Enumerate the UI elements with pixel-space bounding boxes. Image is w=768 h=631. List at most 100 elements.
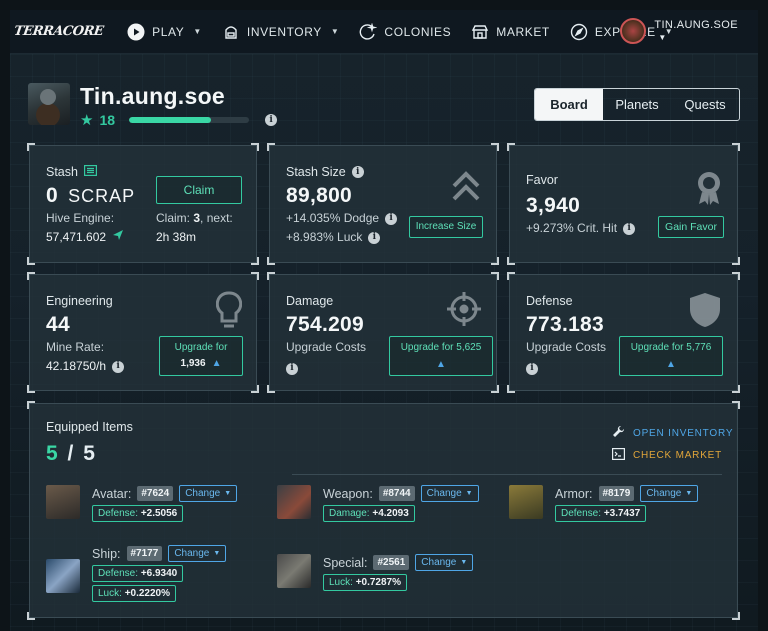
main-nav: PLAY ▼ INVENTORY ▼ COLONIES MARKET ▼ — [117, 10, 683, 54]
profile-name: Tin.aung.soe — [80, 83, 226, 109]
equipped-count-separator: / — [67, 442, 74, 465]
stat-value: +3.7437 — [603, 508, 641, 519]
flux-token-icon: ▲ — [211, 358, 222, 369]
level-row: ★ 18 i — [80, 111, 278, 129]
stat-name: Luck: — [329, 577, 353, 588]
avatar-thumbnail[interactable] — [46, 485, 80, 519]
flux-token-icon: ▲ — [436, 358, 446, 370]
slot-label: Ship: — [92, 546, 121, 561]
stash-card: Stash 0 SCRAP Hive Engine: 57,471.602 Cl… — [27, 143, 259, 265]
slot-label: Armor: — [555, 486, 593, 501]
ship-thumbnail[interactable] — [46, 559, 80, 593]
change-armor-button[interactable]: Change ▼ — [640, 485, 699, 502]
info-icon[interactable]: i — [351, 166, 364, 178]
upgrade-engineering-button[interactable]: Upgrade for 1,936 ▲ — [159, 336, 243, 376]
change-weapon-button[interactable]: Change ▼ — [420, 485, 479, 502]
tab-board[interactable]: Board — [535, 89, 603, 120]
equipped-item-special: Special: #2561 Change ▼ Luck: +0.7287% — [277, 554, 474, 591]
favor-bonus-row: +9.273% Crit. Hit i — [526, 219, 636, 238]
stat-value: +0.2220% — [124, 588, 171, 599]
nav-play[interactable]: PLAY ▼ — [117, 10, 212, 54]
tab-planets[interactable]: Planets — [603, 89, 671, 120]
special-thumbnail[interactable] — [277, 554, 311, 588]
change-label: Change — [646, 488, 682, 499]
main-board: Tin.aung.soe ★ 18 i Board Planets Quests… — [10, 54, 758, 631]
equipped-item-armor: Armor: #8179 Change ▼ Defense: +3.7437 — [509, 485, 699, 522]
stat-badge: Defense: +2.5056 — [92, 505, 184, 522]
list-icon — [83, 165, 97, 179]
mine-rate-info: Mine Rate: 42.18750/h i — [46, 338, 125, 376]
stash-size-title: Stash Size i — [286, 165, 364, 179]
nav-inventory-label: INVENTORY — [246, 24, 322, 39]
chevron-down-icon: ▼ — [224, 490, 232, 497]
info-icon[interactable]: i — [526, 362, 538, 375]
claim-label: Claim: — [156, 211, 191, 225]
check-market-link[interactable]: CHECK MARKET — [612, 448, 722, 463]
upgrade-engineering-label: Upgrade for — [174, 342, 228, 353]
claim-info: Claim: 3, next: 2h 38m — [156, 209, 233, 247]
change-special-button[interactable]: Change ▼ — [415, 554, 474, 571]
item-id-badge: #7177 — [126, 546, 163, 561]
nav-market[interactable]: MARKET — [461, 10, 560, 54]
terminal-icon — [612, 448, 626, 463]
user-menu[interactable]: TIN.AUNG.SOE ▼ — [620, 14, 738, 44]
nav-inventory[interactable]: INVENTORY ▼ — [212, 10, 350, 54]
open-inventory-link[interactable]: OPEN INVENTORY — [612, 425, 733, 441]
change-label: Change — [421, 557, 457, 568]
equipped-items-title: Equipped Items — [46, 420, 133, 434]
upgrade-defense-button[interactable]: Upgrade for 5,776 ▲ — [619, 336, 723, 376]
slot-label: Avatar: — [92, 486, 132, 501]
profile-header: Tin.aung.soe ★ 18 i — [28, 83, 278, 129]
info-icon[interactable]: i — [368, 231, 381, 244]
chevron-down-icon: ▼ — [193, 27, 202, 36]
change-avatar-button[interactable]: Change ▼ — [179, 485, 238, 502]
terracore-logo[interactable]: TERRACORE — [13, 24, 104, 39]
nav-play-label: PLAY — [152, 24, 185, 39]
damage-value: 754.209 — [286, 313, 365, 336]
star-icon: ★ — [80, 112, 94, 129]
divider — [292, 474, 722, 475]
stash-amount-value: 0 — [46, 184, 58, 207]
equipped-item-avatar: Avatar: #7624 Change ▼ Defense: +2.5056 — [46, 485, 238, 522]
equipped-count-value: 5 — [46, 442, 58, 465]
mine-rate-label: Mine Rate: — [46, 340, 105, 354]
stat-name: Defense: — [561, 508, 602, 519]
item-id-badge: #8179 — [598, 486, 635, 501]
upgrade-damage-button[interactable]: Upgrade for 5,625 ▲ — [389, 336, 493, 376]
gain-favor-button[interactable]: Gain Favor — [658, 216, 724, 238]
stat-value: +4.2093 — [372, 508, 409, 519]
colonies-icon — [359, 22, 378, 41]
claim-button[interactable]: Claim — [156, 176, 242, 204]
equipped-total-value: 5 — [83, 442, 95, 465]
info-icon[interactable]: i — [286, 362, 298, 375]
defense-card: Defense 773.183 Upgrade Costs i Upgrade … — [507, 272, 740, 393]
stash-size-card: Stash Size i 89,800 +14.035% Dodge i +8.9… — [267, 143, 499, 265]
info-icon[interactable]: i — [112, 360, 125, 373]
stat-badge: Luck: +0.2220% — [92, 585, 177, 602]
equipped-item-weapon: Weapon: #8744 Change ▼ Damage: +4.2093 — [277, 485, 479, 522]
change-ship-button[interactable]: Change ▼ — [168, 545, 227, 562]
stat-badge: Defense: +3.7437 — [555, 505, 647, 522]
chevron-down-icon: ▼ — [213, 550, 221, 557]
stash-title-text: Stash — [46, 165, 78, 179]
send-icon[interactable] — [112, 228, 124, 247]
compass-icon — [570, 23, 588, 41]
favor-card: Favor 3,940 +9.273% Crit. Hit i Gain Fav… — [507, 143, 740, 265]
wrench-icon — [612, 425, 625, 441]
nav-colonies-label: COLONIES — [384, 24, 452, 39]
xp-progress-fill — [129, 117, 211, 123]
crosshair-icon — [446, 291, 482, 332]
weapon-thumbnail[interactable] — [277, 485, 311, 519]
mine-rate-value: 42.18750/h — [46, 359, 107, 373]
info-icon[interactable]: i — [265, 114, 278, 126]
lightbulb-icon — [215, 291, 243, 334]
nav-colonies[interactable]: COLONIES — [349, 10, 461, 54]
info-icon[interactable]: i — [385, 212, 398, 225]
nav-market-label: MARKET — [496, 24, 550, 39]
upgrade-engineering-cost: 1,936 — [180, 358, 206, 369]
info-icon[interactable]: i — [623, 222, 636, 235]
increase-size-button[interactable]: Increase Size — [409, 216, 483, 238]
luck-bonus: +8.983% Luck — [286, 230, 363, 244]
tab-quests[interactable]: Quests — [671, 89, 739, 120]
armor-thumbnail[interactable] — [509, 485, 543, 519]
